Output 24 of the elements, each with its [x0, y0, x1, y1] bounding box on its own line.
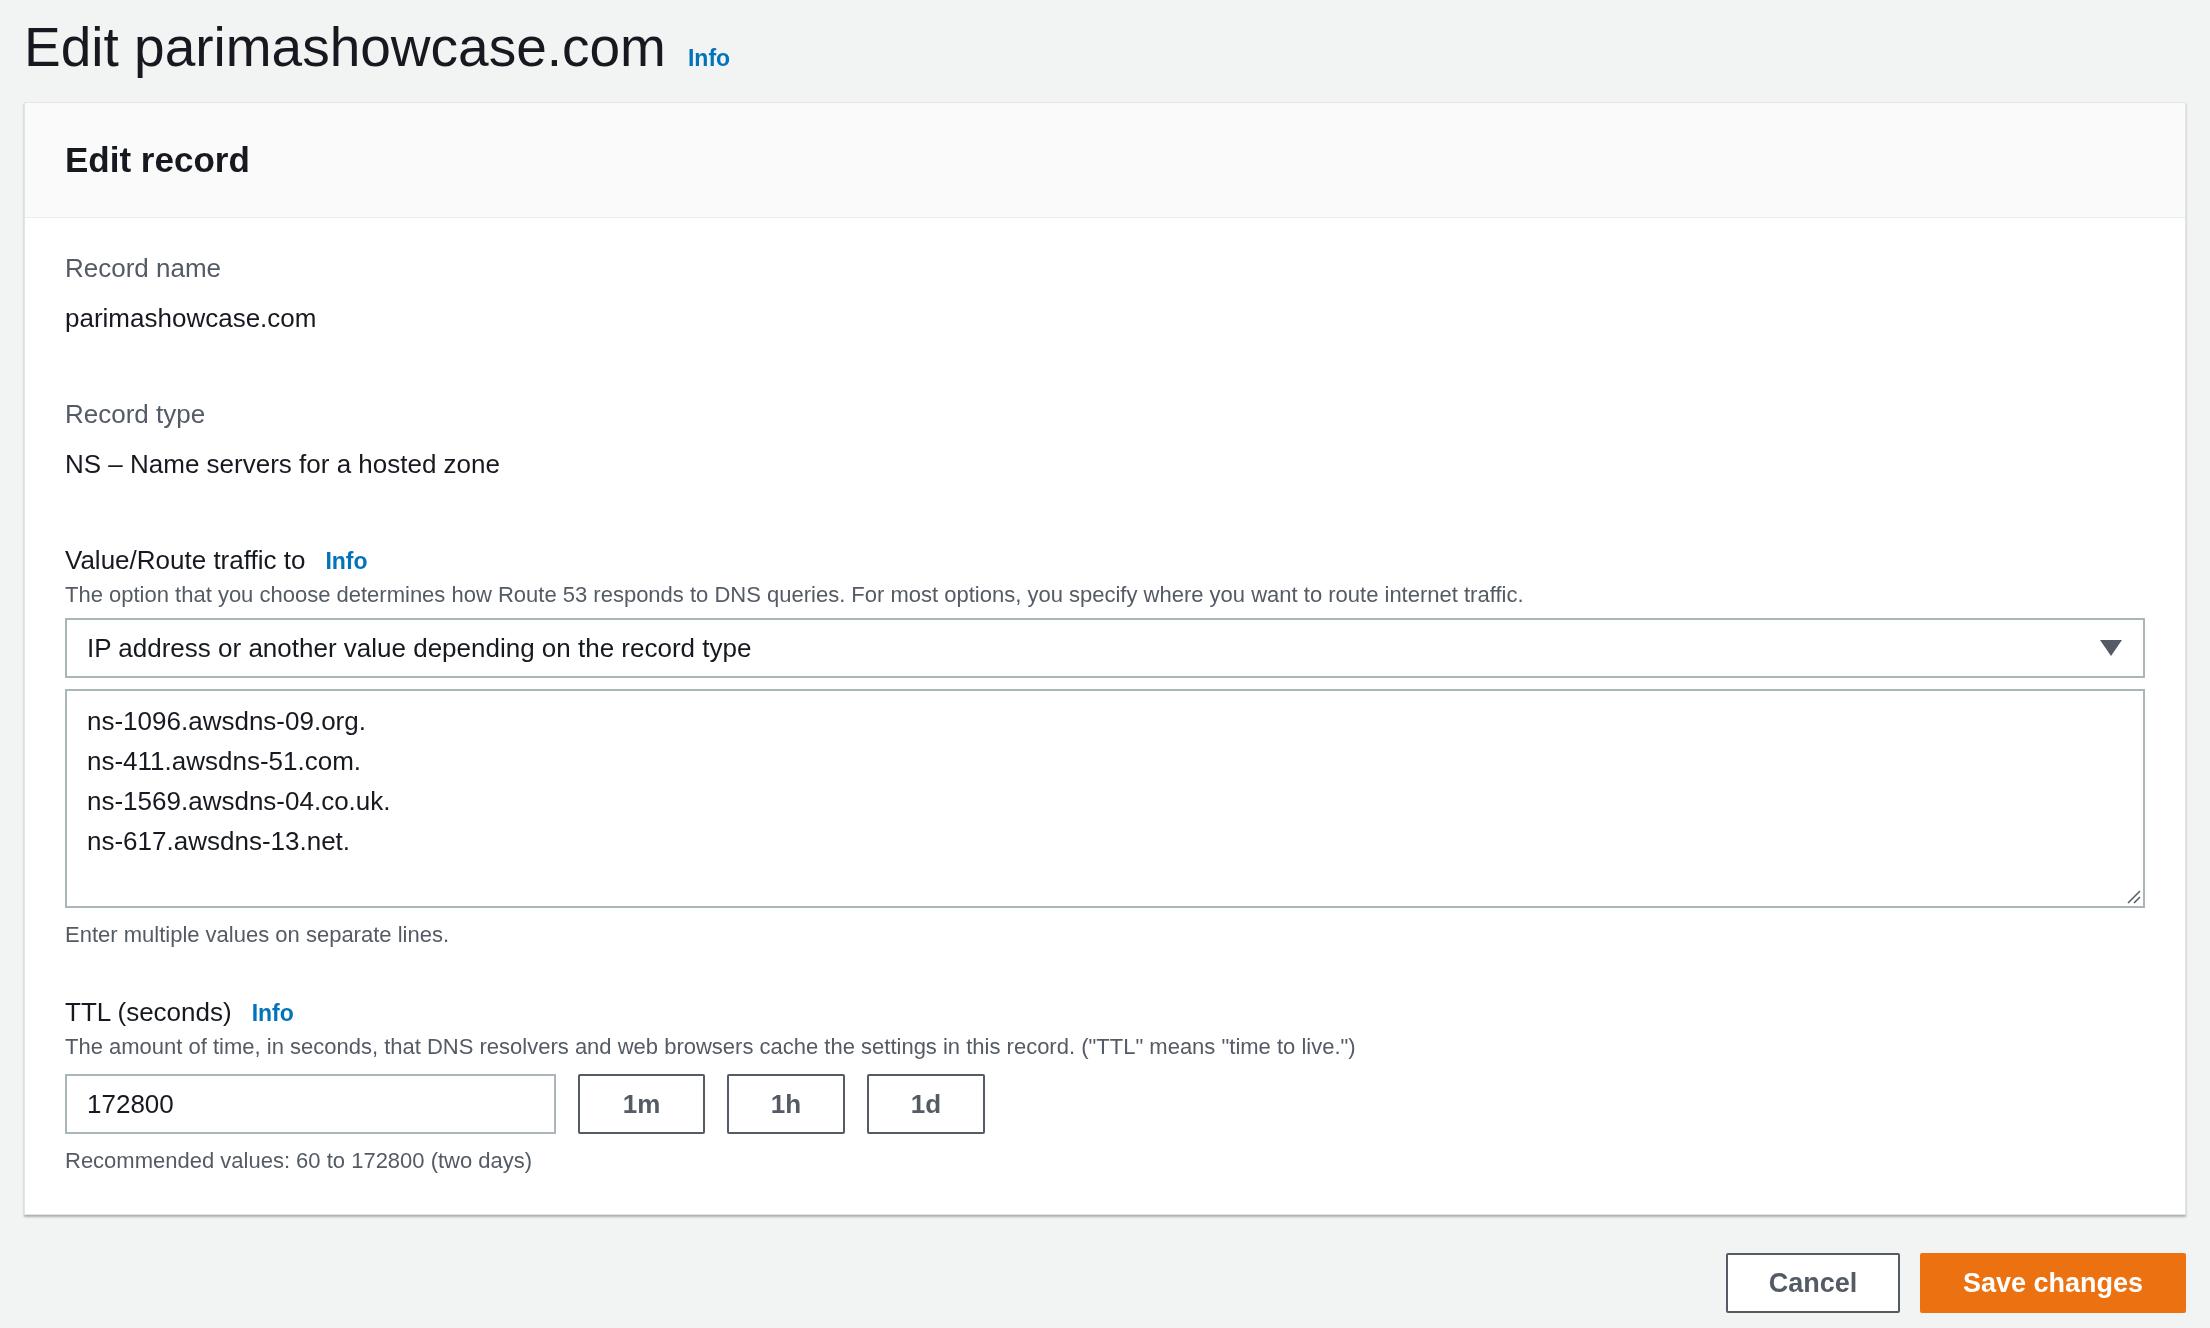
field-label: Record name [65, 252, 223, 285]
card-title: Edit record [65, 140, 250, 180]
route-select[interactable]: IP address or another value depending on the record type [65, 618, 2145, 678]
info-link[interactable]: Info [687, 45, 731, 72]
caret-icon [2099, 639, 2123, 657]
field-description: The amount of time, in seconds, that DNS resolvers and web browsers cache the settings in this record. ("TTL" means "time to live.") [65, 1033, 1357, 1061]
field-description: The option that you choose determines how Route 53 responds to DNS queries. For most options, you specify where you want to route internet traffic. [65, 581, 1525, 609]
resize-grip-icon[interactable] [2125, 888, 2141, 904]
page-title: Edit parimashowcase.com [24, 15, 666, 80]
ttl-field[interactable]: 172800 [65, 1074, 556, 1134]
cancel-button[interactable]: Cancel [1726, 1253, 1900, 1313]
info-link[interactable]: Info [251, 1000, 294, 1027]
ttl-preset-button[interactable]: 1h [727, 1074, 845, 1134]
field-label: Value/Route traffic to [65, 544, 306, 577]
info-link[interactable]: Info [325, 548, 368, 575]
field-label: Record type [65, 398, 207, 431]
field-label: TTL (seconds) [65, 996, 232, 1029]
values-field[interactable]: ns-1096.awsdns-09.org. ns-411.awsdns-51.com. ns-1569.awsdns-04.co.uk. ns-617.awsdns-13.net. [65, 689, 2145, 908]
field-value: NS – Name servers for a hosted zone [65, 448, 501, 481]
field-hint: Recommended values: 60 to 172800 (two days) [65, 1147, 534, 1175]
field-hint: Enter multiple values on separate lines. [65, 921, 450, 949]
ttl-preset-button[interactable]: 1d [867, 1074, 985, 1134]
ttl-preset-button[interactable]: 1m [578, 1074, 705, 1134]
field-value: parimashowcase.com [65, 302, 318, 335]
